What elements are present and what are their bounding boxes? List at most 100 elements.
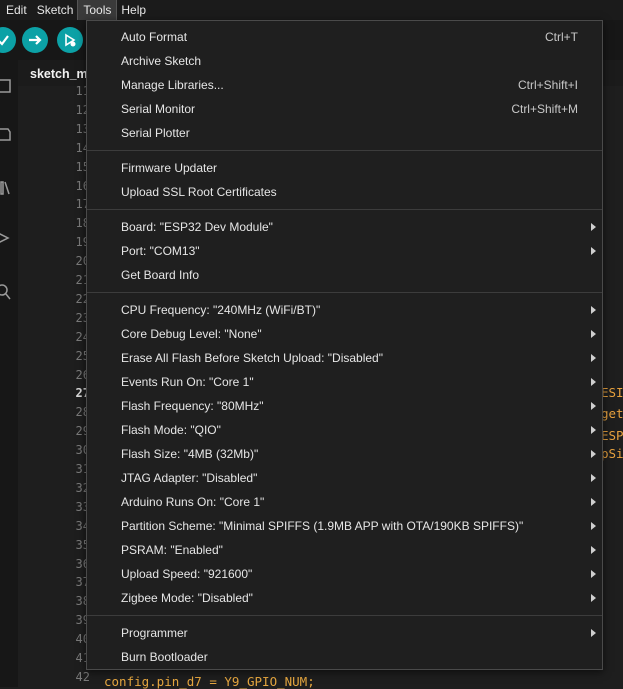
menu-help[interactable]: Help: [116, 0, 151, 20]
menu-item-label: Serial Plotter: [121, 126, 190, 140]
chevron-right-icon: [591, 306, 596, 314]
menu-item-port-com13[interactable]: Port: "COM13": [87, 239, 602, 263]
menu-sketch[interactable]: Sketch: [32, 0, 79, 20]
library-manager-icon[interactable]: [0, 180, 14, 196]
menu-item-label: Partition Scheme: "Minimal SPIFFS (1.9MB…: [121, 519, 524, 533]
menu-item-label: Events Run On: "Core 1": [121, 375, 254, 389]
debug-panel-icon[interactable]: [0, 230, 14, 246]
menu-item-board-esp32-dev-module[interactable]: Board: "ESP32 Dev Module": [87, 215, 602, 239]
menu-item-label: Arduino Runs On: "Core 1": [121, 495, 265, 509]
menu-edit[interactable]: Edit: [0, 0, 32, 20]
upload-button[interactable]: [22, 27, 48, 53]
menu-item-label: Archive Sketch: [121, 54, 202, 68]
verify-button[interactable]: [0, 27, 16, 53]
line-number: 29: [75, 424, 90, 439]
line-number: 26: [75, 367, 90, 382]
line-number: 34: [75, 518, 90, 533]
menu-item-upload-speed-921600[interactable]: Upload Speed: "921600": [87, 562, 602, 586]
chevron-right-icon: [591, 402, 596, 410]
menu-item-programmer[interactable]: Programmer: [87, 621, 602, 645]
line-number: 21: [75, 273, 90, 287]
menu-item-label: Port: "COM13": [121, 244, 200, 258]
line-number: 18: [75, 216, 90, 231]
menu-item-get-board-info[interactable]: Get Board Info: [87, 263, 602, 287]
menu-item-label: Upload SSL Root Certificates: [121, 185, 277, 199]
menu-item-serial-monitor[interactable]: Serial Monitor Ctrl+Shift+M: [87, 97, 602, 121]
debug-button[interactable]: [57, 27, 83, 53]
menu-item-arduino-runs-on-core-1[interactable]: Arduino Runs On: "Core 1": [87, 490, 602, 514]
code-fragment: ESP: [601, 428, 623, 443]
line-number: 36: [75, 556, 90, 571]
menu-item-psram-enabled[interactable]: PSRAM: "Enabled": [87, 538, 602, 562]
chevron-right-icon: [591, 330, 596, 338]
code-fragment: ESI: [601, 385, 623, 400]
chevron-right-icon: [591, 247, 596, 255]
chevron-right-icon: [591, 570, 596, 578]
chevron-right-icon: [591, 629, 596, 637]
menu-item-label: CPU Frequency: "240MHz (WiFi/BT)": [121, 303, 321, 317]
chevron-right-icon: [591, 498, 596, 506]
menu-item-zigbee-mode-disabled[interactable]: Zigbee Mode: "Disabled": [87, 586, 602, 610]
line-number: 23: [75, 310, 90, 325]
menu-item-label: Board: "ESP32 Dev Module": [121, 220, 273, 234]
chevron-right-icon: [591, 354, 596, 362]
menu-item-upload-ssl-root-certificates[interactable]: Upload SSL Root Certificates: [87, 180, 602, 204]
line-number: 13: [75, 121, 90, 136]
menu-item-label: Burn Bootloader: [121, 650, 208, 664]
menu-item-shortcut: Ctrl+Shift+I: [517, 78, 578, 92]
menu-item-label: JTAG Adapter: "Disabled": [121, 471, 258, 485]
menu-item-shortcut: Ctrl+Shift+M: [511, 102, 578, 116]
line-number: 40: [75, 632, 90, 647]
menu-item-flash-mode-qio[interactable]: Flash Mode: "QIO": [87, 418, 602, 442]
menu-item-label: Firmware Updater: [121, 161, 218, 175]
sketchbook-icon[interactable]: [0, 78, 14, 94]
boards-manager-icon[interactable]: [0, 126, 14, 142]
search-icon[interactable]: [0, 284, 14, 300]
menu-item-label: Serial Monitor: [121, 102, 196, 116]
verify-icon: [0, 35, 9, 46]
line-number: 24: [75, 329, 90, 344]
code-fragment: get: [601, 406, 623, 421]
menu-item-serial-plotter[interactable]: Serial Plotter: [87, 121, 602, 145]
menu-item-label: Flash Mode: "QIO": [121, 423, 221, 437]
line-number: 20: [75, 254, 90, 269]
menu-item-label: Manage Libraries...: [121, 78, 224, 92]
chevron-right-icon: [591, 378, 596, 386]
chevron-right-icon: [591, 223, 596, 231]
menu-item-label: PSRAM: "Enabled": [121, 543, 223, 557]
chevron-right-icon: [591, 546, 596, 554]
line-number: 14: [75, 140, 90, 155]
line-number: 25: [75, 348, 90, 363]
menu-item-jtag-adapter-disabled[interactable]: JTAG Adapter: "Disabled": [87, 466, 602, 490]
menu-item-erase-all-flash-before-sketch-upload-dis[interactable]: Erase All Flash Before Sketch Upload: "D…: [87, 346, 602, 370]
menu-item-events-run-on-core-1[interactable]: Events Run On: "Core 1": [87, 370, 602, 394]
menu-item-label: Programmer: [121, 626, 188, 640]
line-number: 30: [75, 443, 90, 458]
line-number: 32: [75, 480, 90, 495]
line-number: 31: [75, 462, 90, 476]
menu-item-manage-libraries[interactable]: Manage Libraries... Ctrl+Shift+I: [87, 73, 602, 97]
menu-tools[interactable]: Tools: [77, 0, 118, 21]
line-number: 17: [75, 197, 90, 212]
menu-item-auto-format[interactable]: Auto Format Ctrl+T: [87, 25, 602, 49]
chevron-right-icon: [591, 474, 596, 482]
menu-separator: [87, 150, 602, 151]
activity-sidebar: [0, 60, 18, 687]
line-number: 39: [75, 613, 90, 628]
line-number: 42: [75, 669, 90, 684]
menu-item-core-debug-level-none[interactable]: Core Debug Level: "None": [87, 322, 602, 346]
line-number: 27: [75, 386, 90, 401]
menu-item-partition-scheme-minimal-spiffs-1-9mb-ap[interactable]: Partition Scheme: "Minimal SPIFFS (1.9MB…: [87, 514, 602, 538]
menu-item-burn-bootloader[interactable]: Burn Bootloader: [87, 645, 602, 669]
menu-separator: [87, 615, 602, 616]
menu-item-cpu-frequency-240mhz-wifi-bt[interactable]: CPU Frequency: "240MHz (WiFi/BT)": [87, 298, 602, 322]
upload-icon: [29, 35, 42, 45]
chevron-right-icon: [591, 522, 596, 530]
line-number: 35: [75, 537, 90, 552]
menu-item-archive-sketch[interactable]: Archive Sketch: [87, 49, 602, 73]
menu-item-flash-frequency-80mhz[interactable]: Flash Frequency: "80MHz": [87, 394, 602, 418]
menu-item-flash-size-4mb-32mb[interactable]: Flash Size: "4MB (32Mb)": [87, 442, 602, 466]
tools-menu-dropdown: Auto Format Ctrl+T Archive Sketch Manage Li…: [86, 20, 603, 670]
menu-item-firmware-updater[interactable]: Firmware Updater: [87, 156, 602, 180]
line-number: 15: [75, 159, 90, 174]
